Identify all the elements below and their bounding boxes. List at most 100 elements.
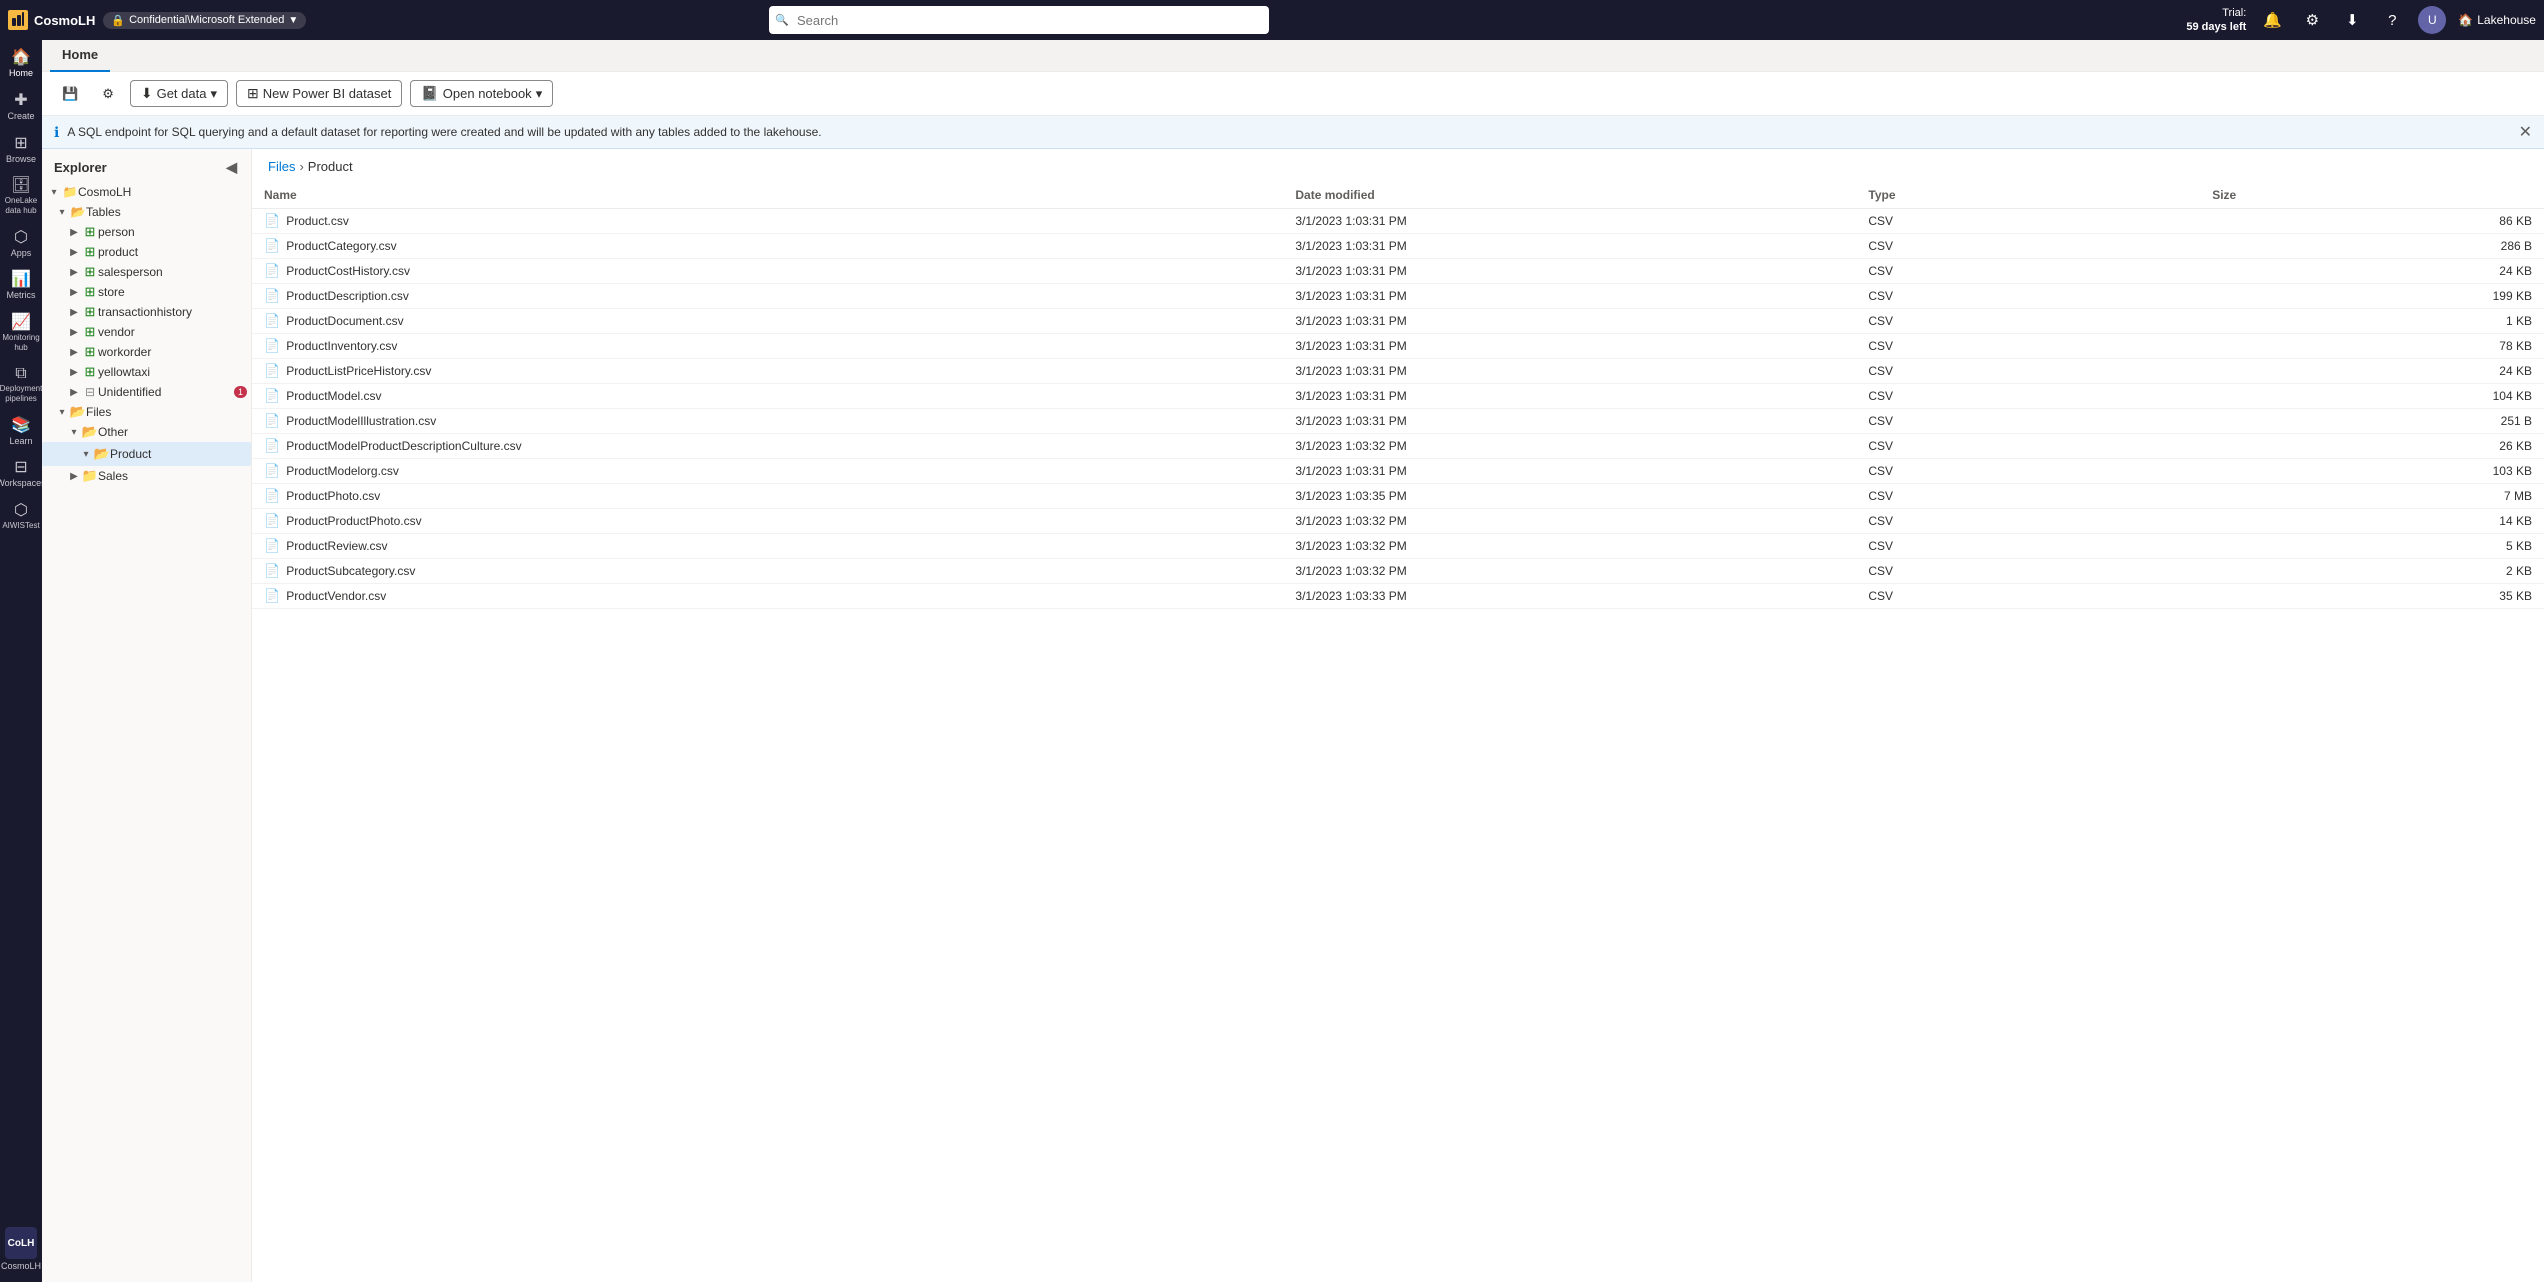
- search-input[interactable]: [769, 6, 1269, 34]
- table-row[interactable]: 📄 ProductReview.csv 3/1/2023 1:03:32 PM …: [252, 534, 2544, 559]
- file-date: 3/1/2023 1:03:31 PM: [1283, 284, 1856, 309]
- table-row[interactable]: 📄 Product.csv 3/1/2023 1:03:31 PM CSV 86…: [252, 209, 2544, 234]
- get-data-label: Get data: [157, 86, 207, 101]
- table-row[interactable]: 📄 ProductCategory.csv 3/1/2023 1:03:31 P…: [252, 234, 2544, 259]
- workspace-icon: 📁: [62, 184, 78, 200]
- files-label: Files: [86, 405, 247, 419]
- tree-table-person[interactable]: ▶ ⊞ person: [42, 222, 251, 242]
- settings-icon[interactable]: ⚙: [2298, 6, 2326, 34]
- table-row[interactable]: 📄 ProductPhoto.csv 3/1/2023 1:03:35 PM C…: [252, 484, 2544, 509]
- vendor-table-icon: ⊞: [82, 324, 98, 340]
- sidebar-item-workspaces[interactable]: ⊟ Workspaces: [0, 454, 42, 495]
- onelake-icon: 🗄: [11, 178, 31, 194]
- sidebar-item-browse[interactable]: ⊞ Browse: [0, 130, 42, 171]
- table-row[interactable]: 📄 ProductModelIllustration.csv 3/1/2023 …: [252, 409, 2544, 434]
- sidebar-item-aitest[interactable]: ⬡ AIWISTest: [0, 497, 42, 537]
- file-name-label: ProductReview.csv: [286, 539, 387, 553]
- onelake-label: OneLake data hub: [4, 196, 38, 215]
- table-row[interactable]: 📄 ProductCostHistory.csv 3/1/2023 1:03:3…: [252, 259, 2544, 284]
- sidebar-item-learn[interactable]: 📚 Learn: [0, 412, 42, 453]
- col-type-label: Type: [1868, 188, 1895, 202]
- help-icon[interactable]: ?: [2378, 6, 2406, 34]
- product-table-chevron-icon: ▶: [66, 244, 82, 260]
- table-row[interactable]: 📄 ProductSubcategory.csv 3/1/2023 1:03:3…: [252, 559, 2544, 584]
- tree-folder-product[interactable]: ▾ 📂 Product •••: [42, 442, 251, 466]
- notification-icon[interactable]: 🔔: [2258, 6, 2286, 34]
- file-size: 35 KB: [2200, 584, 2544, 609]
- tab-home-label: Home: [62, 47, 98, 62]
- user-avatar[interactable]: U: [2418, 6, 2446, 34]
- table-row[interactable]: 📄 ProductInventory.csv 3/1/2023 1:03:31 …: [252, 334, 2544, 359]
- file-icon: 📄: [264, 388, 280, 404]
- get-data-icon: ⬇: [141, 85, 153, 102]
- file-icon: 📄: [264, 213, 280, 229]
- save-icon: 💾: [62, 86, 78, 102]
- tree-workspace-root[interactable]: ▾ 📁 CosmoLH: [42, 182, 251, 202]
- tree-table-salesperson[interactable]: ▶ ⊞ salesperson: [42, 262, 251, 282]
- aitest-label: AIWISTest: [2, 521, 39, 531]
- tree-table-product[interactable]: ▶ ⊞ product: [42, 242, 251, 262]
- monitoring-label: Monitoring hub: [2, 333, 39, 352]
- tree-table-store[interactable]: ▶ ⊞ store: [42, 282, 251, 302]
- column-size-header[interactable]: Size: [2200, 182, 2544, 209]
- info-message: A SQL endpoint for SQL querying and a de…: [67, 125, 821, 139]
- sidebar-item-monitoring[interactable]: 📈 Monitoring hub: [0, 309, 42, 358]
- breadcrumb-files[interactable]: Files: [268, 159, 295, 174]
- tree-folder-other[interactable]: ▾ 📂 Other: [42, 422, 251, 442]
- tree-table-yellowtaxi[interactable]: ▶ ⊞ yellowtaxi: [42, 362, 251, 382]
- sidebar-item-create[interactable]: ✚ Create: [0, 87, 42, 128]
- tree-table-unidentified[interactable]: ▶ ⊟ Unidentified 1: [42, 382, 251, 402]
- sidebar-item-apps[interactable]: ⬡ Apps: [0, 224, 42, 265]
- sidebar-item-cosmolh[interactable]: CoLH CosmoLH: [0, 1221, 42, 1278]
- info-close-button[interactable]: ✕: [2519, 122, 2532, 142]
- table-row[interactable]: 📄 ProductListPriceHistory.csv 3/1/2023 1…: [252, 359, 2544, 384]
- open-notebook-button[interactable]: 📓 Open notebook ▾: [410, 80, 553, 107]
- breadcrumb-product: Product: [308, 159, 353, 174]
- download-icon[interactable]: ⬇: [2338, 6, 2366, 34]
- column-name-header[interactable]: Name: [252, 182, 1283, 209]
- table-row[interactable]: 📄 ProductDocument.csv 3/1/2023 1:03:31 P…: [252, 309, 2544, 334]
- cosmolh-workspace-icon: CoLH: [5, 1227, 37, 1259]
- info-icon: ℹ: [54, 124, 59, 141]
- save-button[interactable]: 💾: [54, 82, 86, 106]
- unidentified-chevron-icon: ▶: [66, 384, 82, 400]
- tree-files[interactable]: ▾ 📂 Files: [42, 402, 251, 422]
- tab-home[interactable]: Home: [50, 40, 110, 72]
- column-date-header[interactable]: Date modified: [1283, 182, 1856, 209]
- file-name-label: ProductVendor.csv: [286, 589, 386, 603]
- file-size: 286 B: [2200, 234, 2544, 259]
- tree-table-vendor[interactable]: ▶ ⊞ vendor: [42, 322, 251, 342]
- file-type: CSV: [1856, 484, 2200, 509]
- sidebar-item-deployment[interactable]: ⧉ Deployment pipelines: [0, 360, 42, 409]
- sidebar-item-onelake[interactable]: 🗄 OneLake data hub: [0, 172, 42, 221]
- settings-toolbar-button[interactable]: ⚙: [94, 82, 122, 106]
- collapse-explorer-button[interactable]: ◀: [224, 157, 239, 178]
- lakehouse-label: 🏠 Lakehouse: [2458, 13, 2536, 27]
- person-chevron-icon: ▶: [66, 224, 82, 240]
- table-row[interactable]: 📄 ProductVendor.csv 3/1/2023 1:03:33 PM …: [252, 584, 2544, 609]
- file-name-label: ProductCategory.csv: [286, 239, 397, 253]
- table-row[interactable]: 📄 ProductProductPhoto.csv 3/1/2023 1:03:…: [252, 509, 2544, 534]
- tree-table-workorder[interactable]: ▶ ⊞ workorder: [42, 342, 251, 362]
- sidebar-item-home[interactable]: 🏠 Home: [0, 44, 42, 85]
- apps-icon: ⬡: [14, 230, 28, 246]
- sales-chevron-icon: ▶: [66, 468, 82, 484]
- file-type: CSV: [1856, 359, 2200, 384]
- app-logo[interactable]: CosmoLH: [8, 10, 95, 30]
- table-row[interactable]: 📄 ProductModelProductDescriptionCulture.…: [252, 434, 2544, 459]
- file-size: 86 KB: [2200, 209, 2544, 234]
- table-row[interactable]: 📄 ProductDescription.csv 3/1/2023 1:03:3…: [252, 284, 2544, 309]
- tree-tables[interactable]: ▾ 📂 Tables: [42, 202, 251, 222]
- file-icon: 📄: [264, 588, 280, 604]
- get-data-button[interactable]: ⬇ Get data ▾: [130, 80, 228, 107]
- tree-folder-sales[interactable]: ▶ 📁 Sales: [42, 466, 251, 486]
- table-row[interactable]: 📄 ProductModelorg.csv 3/1/2023 1:03:31 P…: [252, 459, 2544, 484]
- sidebar-item-metrics[interactable]: 📊 Metrics: [0, 266, 42, 307]
- new-power-bi-dataset-button[interactable]: ⊞ New Power BI dataset: [236, 80, 402, 107]
- workspace-badge[interactable]: 🔒 Confidential\Microsoft Extended ▼: [103, 12, 306, 29]
- column-type-header[interactable]: Type: [1856, 182, 2200, 209]
- tab-bar: Home: [42, 40, 2544, 72]
- table-row[interactable]: 📄 ProductModel.csv 3/1/2023 1:03:31 PM C…: [252, 384, 2544, 409]
- file-date: 3/1/2023 1:03:32 PM: [1283, 534, 1856, 559]
- tree-table-transactionhistory[interactable]: ▶ ⊞ transactionhistory: [42, 302, 251, 322]
